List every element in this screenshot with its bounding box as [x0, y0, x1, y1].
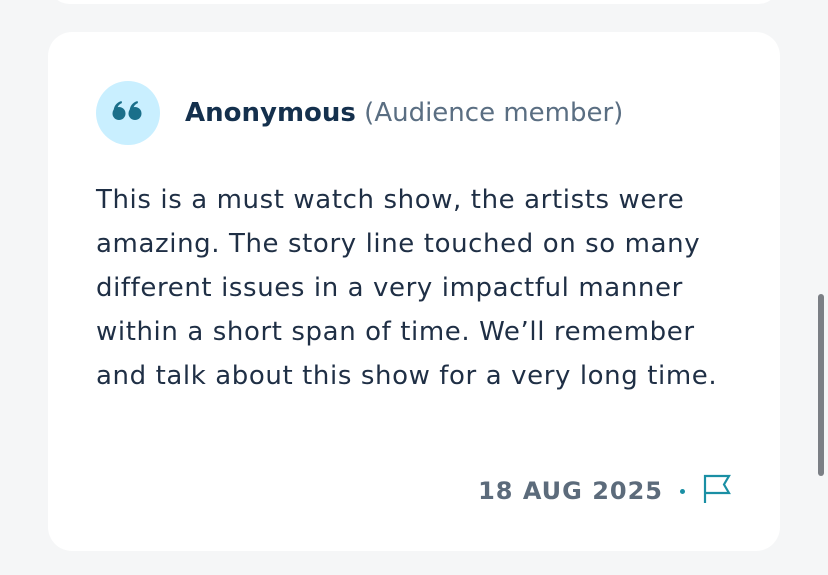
review-author: Anonymous (Audience member) [185, 96, 623, 130]
flag-icon [702, 473, 732, 509]
separator-dot [680, 488, 685, 494]
review-card: Anonymous (Audience member) This is a mu… [48, 32, 780, 551]
scrollbar-thumb[interactable] [818, 294, 824, 476]
previous-review-card [48, 0, 780, 4]
reviewer-avatar [96, 81, 160, 145]
review-date: 18 AUG 2025 [478, 477, 663, 505]
report-review-button[interactable] [702, 473, 732, 509]
review-text: This is a must watch show, the artists w… [96, 185, 718, 391]
author-role: (Audience member) [364, 98, 624, 128]
scrollbar[interactable] [816, 0, 828, 575]
review-footer: 18 AUG 2025 [478, 474, 732, 508]
reviews-viewport: Anonymous (Audience member) This is a mu… [0, 0, 828, 575]
quote-icon [111, 98, 145, 128]
author-name: Anonymous [185, 98, 356, 128]
